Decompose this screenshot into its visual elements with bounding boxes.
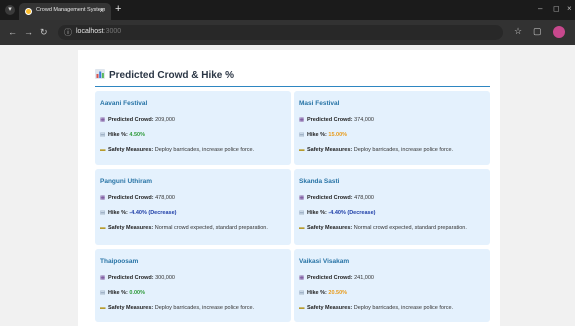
hike-row: ▤ Hike %: -4.40% (Decrease) [100, 210, 177, 216]
extensions-icon[interactable]: ▢ [533, 26, 542, 37]
new-tab-icon[interactable]: + [115, 3, 121, 15]
browser-toolbar: ← → ↻ ⓘ localhost:3000 ☆ ▢ [0, 20, 575, 45]
safety-icon: ▬ [299, 225, 305, 231]
festival-name: Thaipoosam [100, 258, 139, 265]
hike-value: 0.00% [129, 290, 146, 296]
people-icon: ▦ [299, 117, 305, 123]
forward-arrow-icon[interactable]: → [24, 27, 33, 37]
festival-name: Aavani Festival [100, 100, 148, 107]
bookmark-star-icon[interactable]: ☆ [514, 26, 522, 37]
crowd-value: 478,000 [155, 195, 175, 201]
hike-row: ▤ Hike %: 4.50% [100, 132, 146, 138]
minimize-icon[interactable]: – [538, 4, 542, 13]
safety-row: ▬ Safety Measures: Deploy barricades, inc… [299, 305, 454, 311]
favicon-icon [25, 8, 32, 15]
predicted-crowd-row: ▦ Predicted Crowd: 478,000 [100, 195, 175, 201]
predicted-crowd-row: ▦ Predicted Crowd: 209,000 [100, 117, 175, 123]
people-icon: ▦ [100, 275, 106, 281]
safety-text: Deploy barricades, increase police force… [154, 147, 255, 153]
safety-row: ▬ Safety Measures: Normal crowd expected,… [100, 225, 268, 231]
festival-card: Masi Festival ▦ Predicted Crowd: 374,000 … [294, 91, 490, 165]
bar-chart-icon [95, 69, 105, 79]
festival-name: Masi Festival [299, 100, 340, 107]
hike-row: ▤ Hike %: -4.40% (Decrease) [299, 210, 376, 216]
festival-card: Aavani Festival ▦ Predicted Crowd: 209,00… [95, 91, 291, 165]
maximize-icon[interactable]: ◻ [553, 4, 560, 13]
reload-icon[interactable]: ↻ [40, 27, 48, 37]
safety-icon: ▬ [299, 147, 305, 153]
crowd-value: 209,000 [155, 117, 175, 123]
festival-card: Vaikasi Visakam ▦ Predicted Crowd: 241,00… [294, 249, 490, 322]
safety-row: ▬ Safety Measures: Deploy barricades, inc… [299, 147, 454, 153]
safety-row: ▬ Safety Measures: Deploy barricades, inc… [100, 305, 255, 311]
page-viewport: Predicted Crowd & Hike % Aavani Festival… [0, 45, 575, 326]
safety-text: Normal crowd expected, standard preparat… [154, 225, 268, 231]
safety-icon: ▬ [100, 225, 106, 231]
page-title: Predicted Crowd & Hike % [95, 69, 234, 81]
festival-card: Skanda Sasti ▦ Predicted Crowd: 478,000 ▤… [294, 169, 490, 245]
browser-tab[interactable]: Crowd Management System × [19, 3, 111, 20]
url-text: localhost:3000 [76, 28, 122, 35]
hike-row: ▤ Hike %: 20.50% [299, 290, 348, 296]
predicted-crowd-row: ▦ Predicted Crowd: 374,000 [299, 117, 374, 123]
chart-icon: ▤ [100, 290, 106, 296]
festival-name: Vaikasi Visakam [299, 258, 350, 265]
hike-value: -4.40% (Decrease) [129, 210, 177, 216]
tab-search-icon[interactable]: ▾ [5, 5, 15, 15]
profile-avatar[interactable] [553, 26, 565, 38]
safety-text: Deploy barricades, increase police force… [353, 147, 454, 153]
back-arrow-icon[interactable]: ← [8, 27, 17, 37]
hike-value: -4.40% (Decrease) [328, 210, 376, 216]
crowd-value: 478,000 [354, 195, 374, 201]
chart-icon: ▤ [299, 290, 305, 296]
chart-icon: ▤ [299, 132, 305, 138]
tab-close-icon[interactable]: × [99, 6, 104, 15]
chart-icon: ▤ [100, 210, 106, 216]
chart-icon: ▤ [100, 132, 106, 138]
people-icon: ▦ [100, 195, 106, 201]
hike-row: ▤ Hike %: 15.00% [299, 132, 348, 138]
close-window-icon[interactable]: × [567, 4, 572, 13]
festival-card: Panguni Uthiram ▦ Predicted Crowd: 478,00… [95, 169, 291, 245]
hike-value: 20.50% [328, 290, 348, 296]
safety-row: ▬ Safety Measures: Deploy barricades, inc… [100, 147, 255, 153]
hike-value: 4.50% [129, 132, 146, 138]
festival-name: Panguni Uthiram [100, 178, 153, 185]
hike-row: ▤ Hike %: 0.00% [100, 290, 146, 296]
safety-row: ▬ Safety Measures: Normal crowd expected,… [299, 225, 467, 231]
people-icon: ▦ [100, 117, 106, 123]
safety-text: Deploy barricades, increase police force… [353, 305, 454, 311]
predicted-crowd-row: ▦ Predicted Crowd: 478,000 [299, 195, 374, 201]
crowd-value: 374,000 [354, 117, 374, 123]
festival-name: Skanda Sasti [299, 178, 340, 185]
site-info-icon[interactable]: ⓘ [64, 27, 72, 38]
hike-value: 15.00% [328, 132, 348, 138]
safety-icon: ▬ [100, 305, 106, 311]
address-bar[interactable]: ⓘ localhost:3000 [58, 25, 503, 40]
browser-tab-bar: ▾ Crowd Management System × + – ◻ × [0, 0, 575, 20]
people-icon: ▦ [299, 275, 305, 281]
people-icon: ▦ [299, 195, 305, 201]
safety-text: Deploy barricades, increase police force… [154, 305, 255, 311]
chart-icon: ▤ [299, 210, 305, 216]
crowd-value: 241,000 [354, 275, 374, 281]
festival-card: Thaipoosam ▦ Predicted Crowd: 300,000 ▤ Hi… [95, 249, 291, 322]
tab-title: Crowd Management System [36, 7, 106, 13]
safety-icon: ▬ [299, 305, 305, 311]
safety-text: Normal crowd expected, standard preparat… [353, 225, 467, 231]
main-container: Predicted Crowd & Hike % Aavani Festival… [78, 50, 500, 326]
title-divider [95, 86, 490, 87]
predicted-crowd-row: ▦ Predicted Crowd: 300,000 [100, 275, 175, 281]
predicted-crowd-row: ▦ Predicted Crowd: 241,000 [299, 275, 374, 281]
crowd-value: 300,000 [155, 275, 175, 281]
safety-icon: ▬ [100, 147, 106, 153]
